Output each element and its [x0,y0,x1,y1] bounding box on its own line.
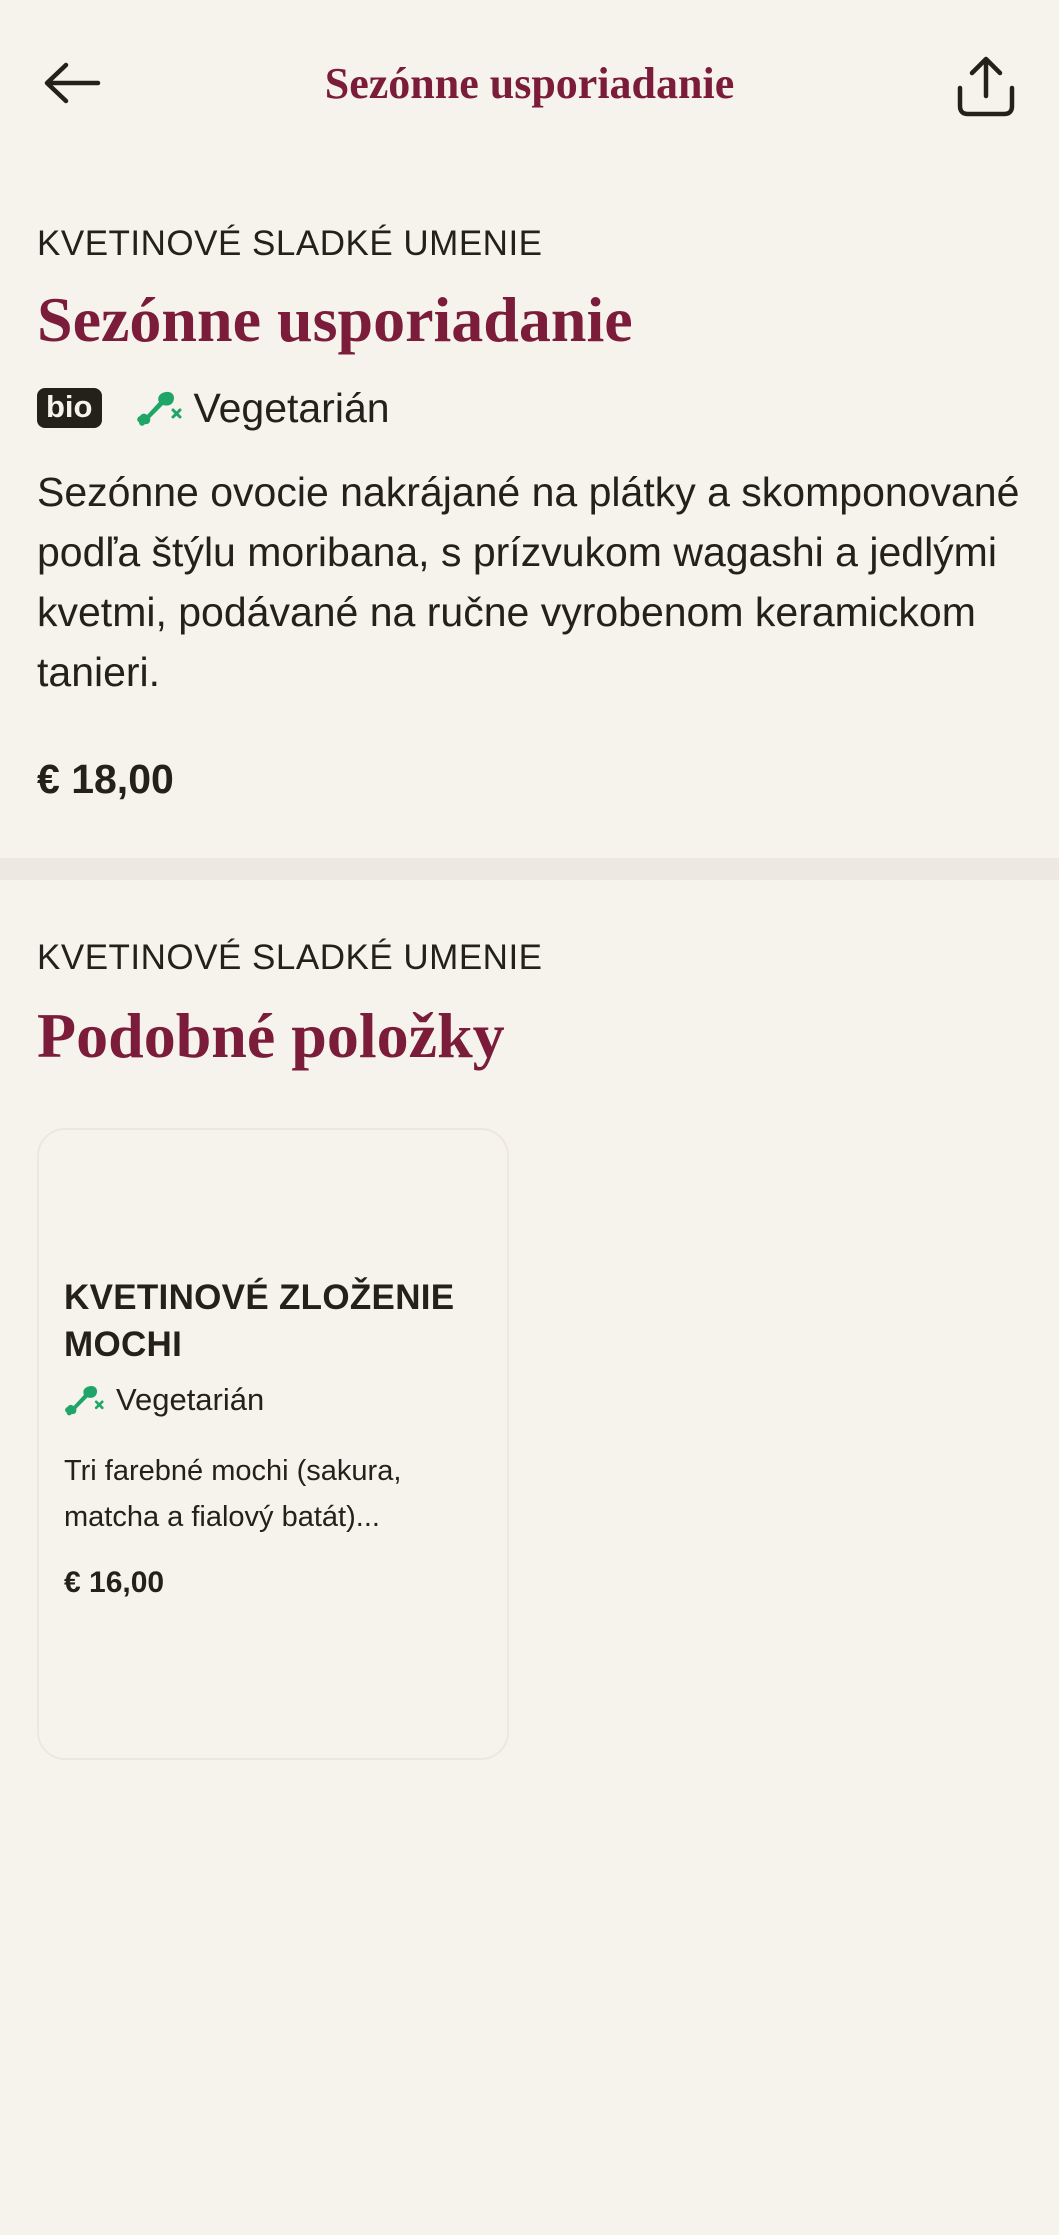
similar-item-card[interactable]: KVETINOVÉ ZLOŽENIE MOCHI Vegetarián Tri … [37,1128,509,1760]
bio-badge: bio [37,388,102,428]
item-badges: bio Vegetarián [37,378,1022,438]
section-divider [0,858,1059,880]
item-description-wrap: Sezónne ovocie nakrájané na plátky a sko… [37,462,1022,702]
vegetarian-icon [136,391,181,426]
top-bar: Sezónne usporiadanie [0,0,1059,170]
similar-title: Podobné položky [37,1000,505,1071]
similar-item-vegetarian-tag: Vegetarián [64,1378,484,1422]
item-title-wrap: Sezónne usporiadanie [37,280,1022,360]
similar-item-price: € 16,00 [64,1566,165,1599]
vegetarian-tag: Vegetarián [136,385,390,432]
vegetarian-label: Vegetarián [193,384,390,431]
item-description: Sezónne ovocie nakrájané na plátky a sko… [37,469,1020,695]
vegetarian-icon [65,1385,104,1416]
item-price-wrap: € 18,00 [37,754,1022,804]
similar-item-title: KVETINOVÉ ZLOŽENIE MOCHI [64,1278,455,1364]
similar-item-description: Tri farebné mochi (sakura, matcha a fial… [64,1455,402,1533]
share-button[interactable] [952,52,1020,120]
similar-category: KVETINOVÉ SLADKÉ UMENIE [37,938,543,977]
similar-item-vegetarian-label: Vegetarián [116,1382,265,1417]
share-icon [957,56,1015,117]
item-category: KVETINOVÉ SLADKÉ UMENIE [37,224,543,263]
item-title: Sezónne usporiadanie [37,284,633,355]
similar-title-wrap: Podobné položky [37,996,1022,1076]
similar-item-content: KVETINOVÉ ZLOŽENIE MOCHI Vegetarián Tri … [64,1274,484,1600]
similar-section-header: KVETINOVÉ SLADKÉ UMENIE [37,936,1022,980]
item-price: € 18,00 [37,756,174,802]
header-title: Sezónne usporiadanie [324,59,735,108]
item-details: KVETINOVÉ SLADKÉ UMENIE [37,222,1022,266]
